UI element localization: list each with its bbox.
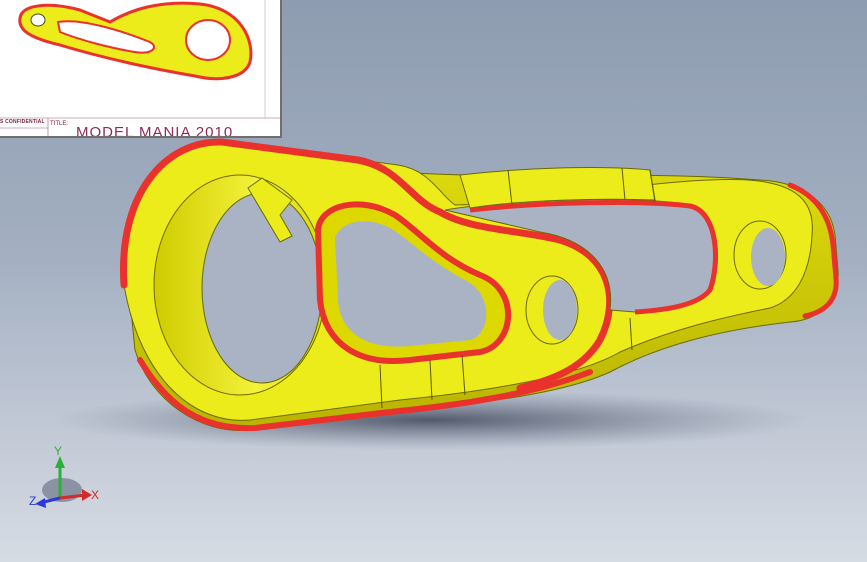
graphics-viewport[interactable]: Y X Z S CONFIDENTIAL TITLE: MODEL MANIA …: [0, 0, 867, 562]
preview-bore: [185, 19, 231, 61]
title-block-confidential: S CONFIDENTIAL: [0, 119, 45, 125]
preview-small-hole: [30, 13, 46, 27]
preview-part-image: [0, 0, 280, 136]
main-bore-inner: [201, 192, 323, 384]
title-block-title: MODEL MANIA 2010: [76, 124, 234, 138]
reference-triad-icon[interactable]: Y X Z: [29, 444, 99, 508]
triad-y-label: Y: [54, 444, 62, 458]
middle-pin-hole-inner: [543, 280, 577, 340]
triad-x-label: X: [91, 488, 99, 502]
drawing-preview-thumbnail[interactable]: S CONFIDENTIAL TITLE: MODEL MANIA 2010: [0, 0, 282, 138]
triad-z-label: Z: [29, 494, 36, 508]
end-pin-hole-inner: [751, 228, 785, 286]
title-block-label: TITLE:: [50, 121, 69, 127]
